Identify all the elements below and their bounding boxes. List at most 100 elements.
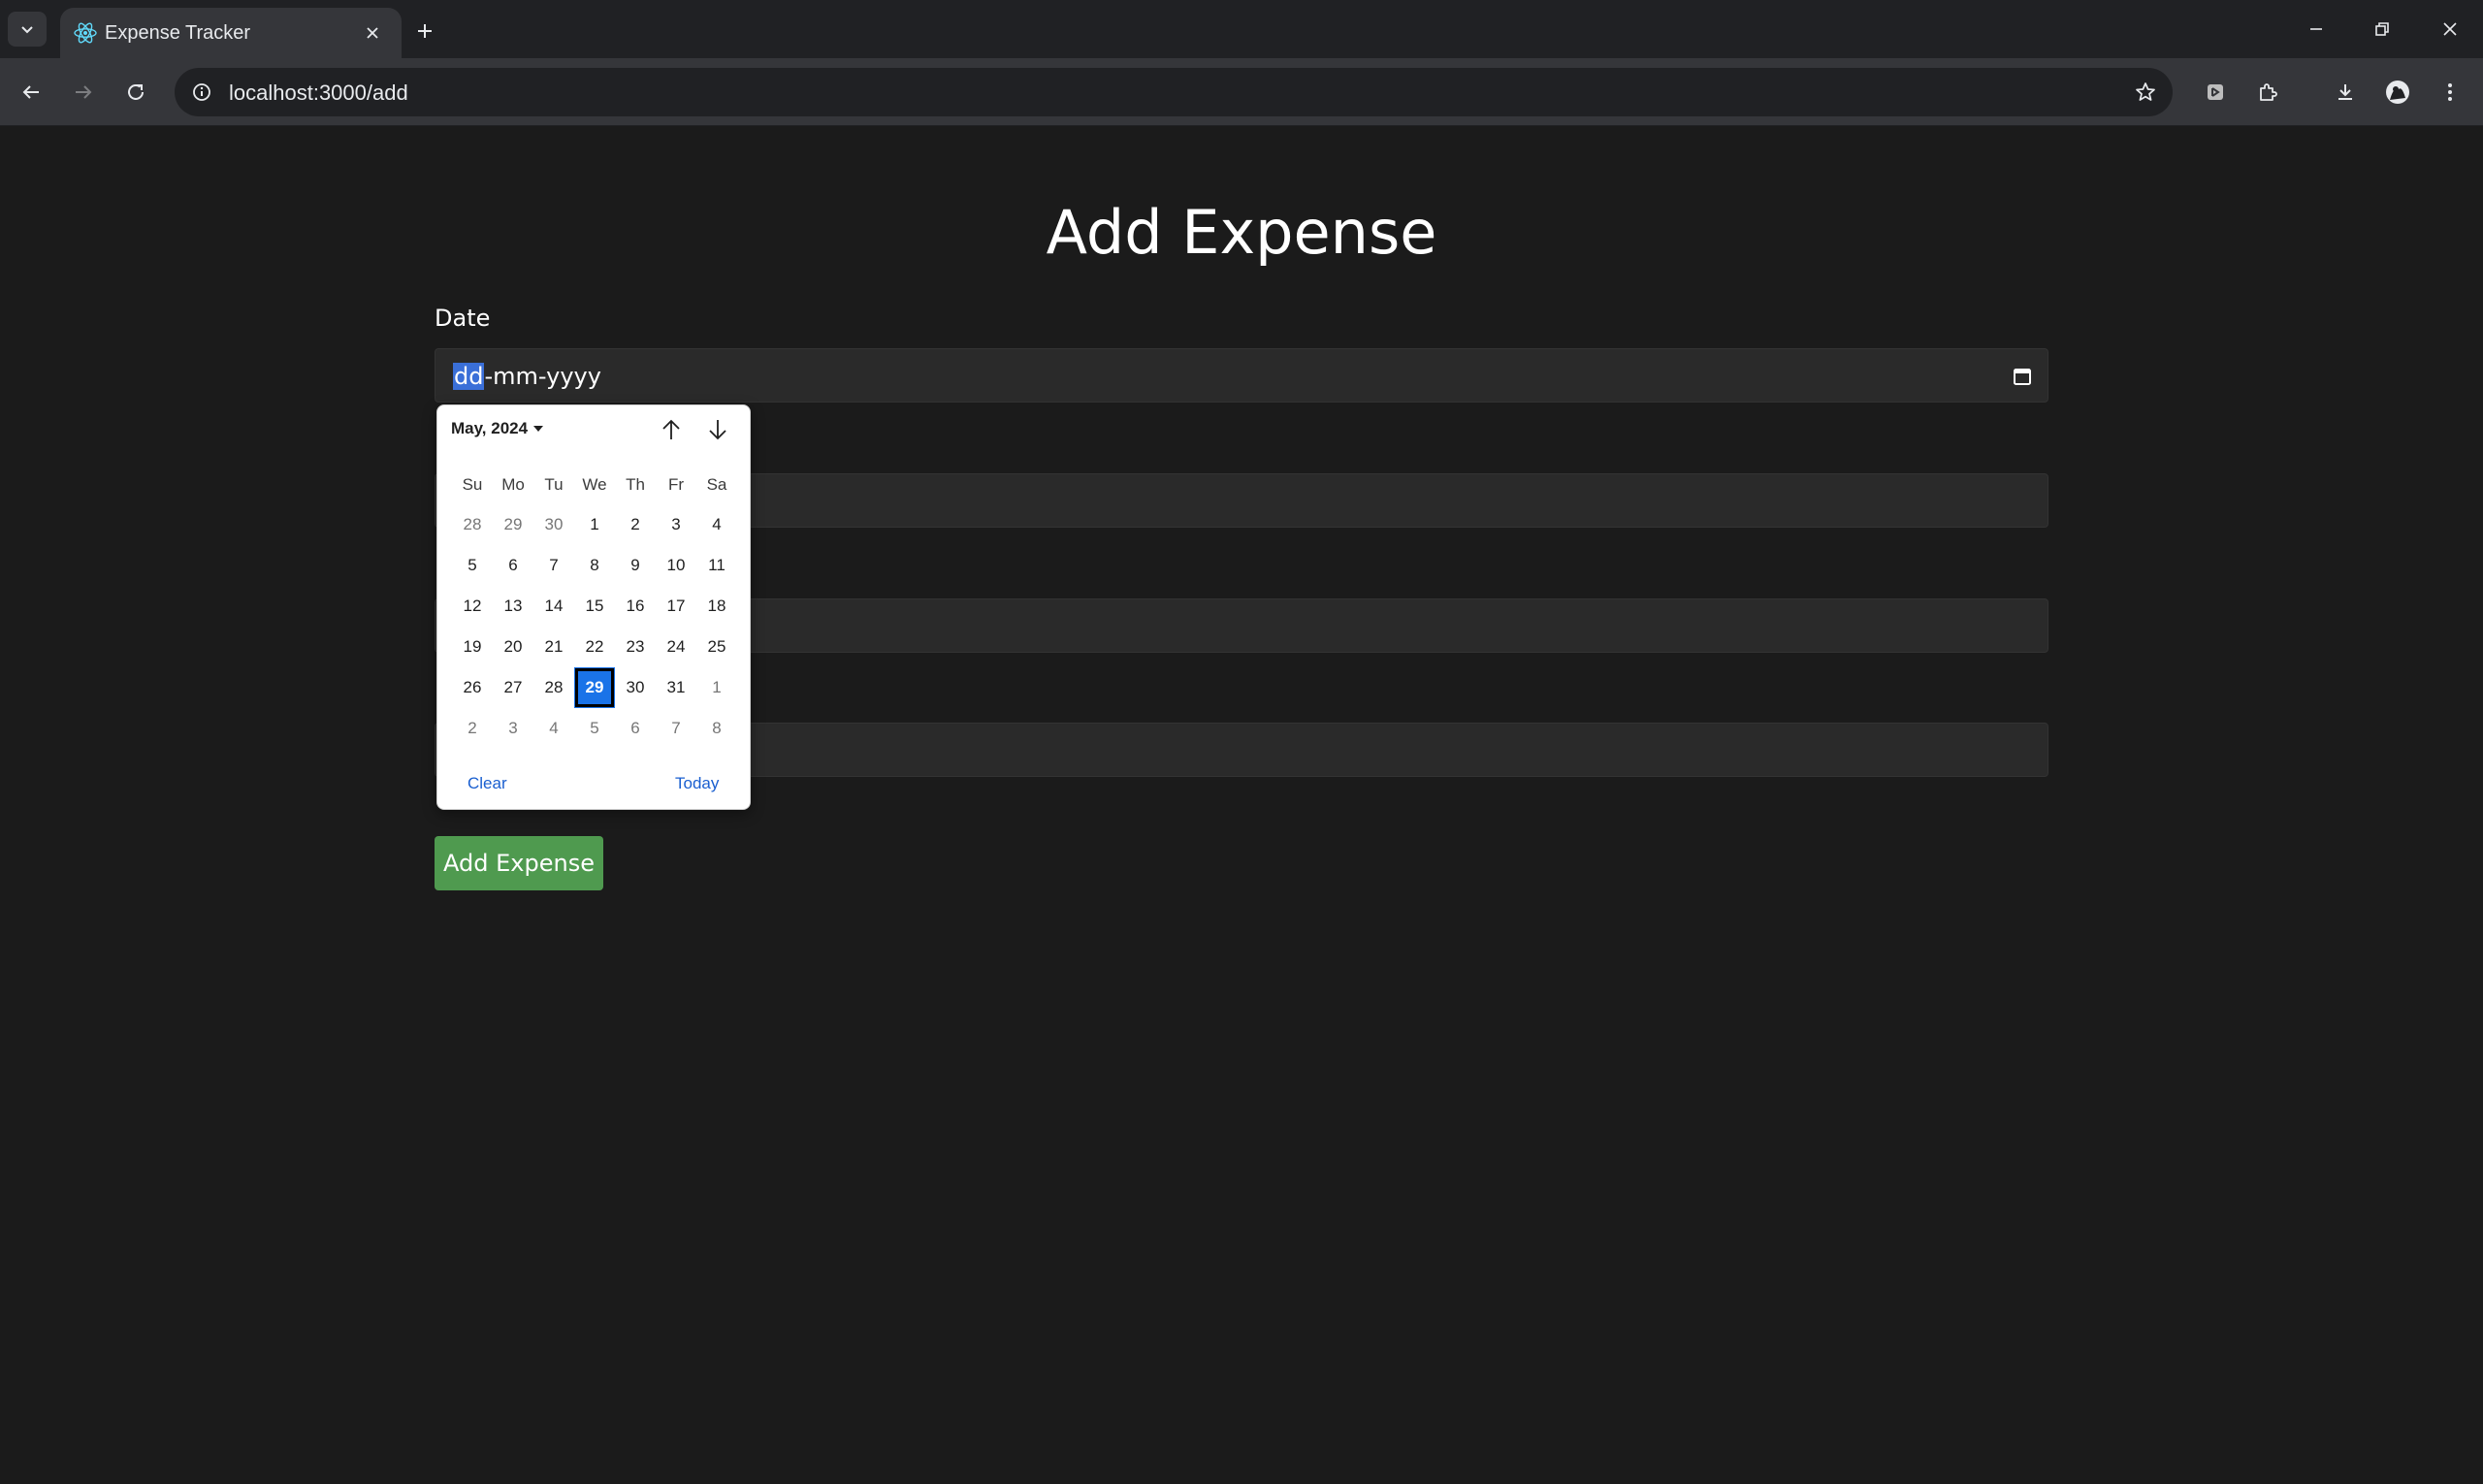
- calendar-day[interactable]: 14: [533, 586, 574, 627]
- add-expense-button[interactable]: Add Expense: [435, 836, 603, 890]
- calendar-day[interactable]: 4: [696, 504, 737, 545]
- calendar-day[interactable]: 29: [493, 504, 533, 545]
- calendar-day[interactable]: 2: [615, 504, 656, 545]
- close-icon: [367, 27, 378, 39]
- calendar-day[interactable]: 18: [696, 586, 737, 627]
- calendar-day[interactable]: 6: [615, 708, 656, 749]
- clear-button[interactable]: Clear: [468, 774, 507, 793]
- calendar-day[interactable]: 23: [615, 627, 656, 667]
- next-month-button[interactable]: [703, 415, 732, 444]
- weekday-header: Sa: [706, 475, 727, 494]
- calendar-day[interactable]: 26: [452, 667, 493, 708]
- close-window-button[interactable]: [2423, 8, 2477, 50]
- date-rest-segments[interactable]: -mm-yyyy: [484, 363, 600, 390]
- calendar-day[interactable]: 28: [452, 504, 493, 545]
- calendar-day[interactable]: 8: [574, 545, 615, 586]
- minimize-icon: [2310, 28, 2322, 30]
- calendar-day[interactable]: 13: [493, 586, 533, 627]
- date-input-value[interactable]: dd-mm-yyyy: [453, 363, 601, 390]
- calendar-day[interactable]: 24: [656, 627, 696, 667]
- calendar-day[interactable]: 7: [656, 708, 696, 749]
- calendar-day[interactable]: 20: [493, 627, 533, 667]
- address-bar[interactable]: localhost:3000/add: [175, 68, 2173, 116]
- tab-title: Expense Tracker: [105, 22, 251, 44]
- calendar-day[interactable]: 12: [452, 586, 493, 627]
- calendar-day[interactable]: 3: [493, 708, 533, 749]
- calendar-day[interactable]: 15: [574, 586, 615, 627]
- calendar-day[interactable]: 5: [452, 545, 493, 586]
- reload-icon: [128, 83, 144, 100]
- arrow-left-icon: [22, 85, 39, 99]
- site-info-icon[interactable]: [188, 79, 215, 106]
- chevron-down-icon: [21, 26, 33, 34]
- calendar-day[interactable]: 21: [533, 627, 574, 667]
- profile-avatar[interactable]: [2378, 73, 2417, 112]
- minimize-button[interactable]: [2289, 8, 2343, 50]
- month-year-dropdown[interactable]: May, 2024: [451, 419, 544, 438]
- browser-titlebar: Expense Tracker: [0, 0, 2483, 58]
- calendar-day[interactable]: 6: [493, 545, 533, 586]
- calendar-day[interactable]: 30: [615, 667, 656, 708]
- reload-button[interactable]: [114, 71, 157, 113]
- date-day-segment[interactable]: dd: [453, 363, 485, 390]
- browser-tab[interactable]: Expense Tracker: [60, 8, 402, 58]
- calendar-day[interactable]: 2: [452, 708, 493, 749]
- new-tab-button[interactable]: [407, 14, 442, 48]
- bookmark-star-icon[interactable]: [2130, 77, 2161, 108]
- calendar-day[interactable]: 25: [696, 627, 737, 667]
- weekday-header: Mo: [501, 475, 525, 494]
- calendar-day[interactable]: 1: [696, 667, 737, 708]
- calendar-day[interactable]: 30: [533, 504, 574, 545]
- more-menu-icon[interactable]: [2431, 73, 2469, 112]
- caret-down-icon: [533, 426, 544, 432]
- calendar-icon[interactable]: [2009, 363, 2036, 390]
- calendar-day[interactable]: 4: [533, 708, 574, 749]
- calendar-day[interactable]: 22: [574, 627, 615, 667]
- arrow-down-icon: [709, 420, 726, 440]
- download-icon[interactable]: [2326, 73, 2365, 112]
- browser-toolbar: localhost:3000/add: [0, 58, 2483, 126]
- month-year-label[interactable]: May, 2024: [451, 419, 528, 438]
- date-picker-popup: May, 2024 Su Mo Tu We Th Fr Sa 28 29 30 1 2 3 4 5 6 7 8 9 1…: [436, 404, 751, 810]
- today-button[interactable]: Today: [675, 774, 719, 793]
- forward-button[interactable]: [62, 71, 105, 113]
- weekday-header: Tu: [544, 475, 564, 494]
- calendar-day[interactable]: 9: [615, 545, 656, 586]
- restore-button[interactable]: [2355, 8, 2409, 50]
- date-input[interactable]: dd-mm-yyyy: [435, 348, 2048, 403]
- back-button[interactable]: [10, 71, 52, 113]
- extensions-puzzle-icon[interactable]: [2248, 73, 2287, 112]
- weekday-header: We: [582, 475, 607, 494]
- close-icon: [2443, 22, 2457, 36]
- calendar-day[interactable]: 11: [696, 545, 737, 586]
- previous-month-button[interactable]: [657, 415, 686, 444]
- weekday-header: Th: [626, 475, 645, 494]
- calendar-grid: Su Mo Tu We Th Fr Sa 28 29 30 1 2 3 4 5 6 7 8 9 10 11 12 13 14 1…: [452, 466, 737, 749]
- calendar-day[interactable]: 17: [656, 586, 696, 627]
- calendar-day[interactable]: 10: [656, 545, 696, 586]
- extension-icon[interactable]: [2196, 73, 2235, 112]
- calendar-day[interactable]: 28: [533, 667, 574, 708]
- calendar-day[interactable]: 5: [574, 708, 615, 749]
- page-title: Add Expense: [1046, 197, 1437, 268]
- weekday-header: Fr: [667, 475, 685, 494]
- weekday-header: Su: [462, 475, 483, 494]
- calendar-day[interactable]: 27: [493, 667, 533, 708]
- calendar-day[interactable]: 3: [656, 504, 696, 545]
- calendar-day-selected[interactable]: 29: [574, 667, 615, 708]
- calendar-day[interactable]: 31: [656, 667, 696, 708]
- url-text[interactable]: localhost:3000/add: [229, 81, 408, 106]
- arrow-right-icon: [76, 85, 92, 99]
- calendar-day[interactable]: 8: [696, 708, 737, 749]
- calendar-day[interactable]: 16: [615, 586, 656, 627]
- arrow-up-icon: [662, 419, 680, 439]
- tab-close-button[interactable]: [359, 19, 386, 47]
- page-content: Add Expense Date dd-mm-yyyy Add Expense …: [0, 127, 2483, 1484]
- plus-icon: [418, 24, 432, 38]
- calendar-day[interactable]: 1: [574, 504, 615, 545]
- calendar-day[interactable]: 7: [533, 545, 574, 586]
- restore-icon: [2375, 22, 2389, 36]
- tab-search-button[interactable]: [8, 12, 47, 47]
- calendar-day[interactable]: 19: [452, 627, 493, 667]
- date-label: Date: [435, 305, 491, 332]
